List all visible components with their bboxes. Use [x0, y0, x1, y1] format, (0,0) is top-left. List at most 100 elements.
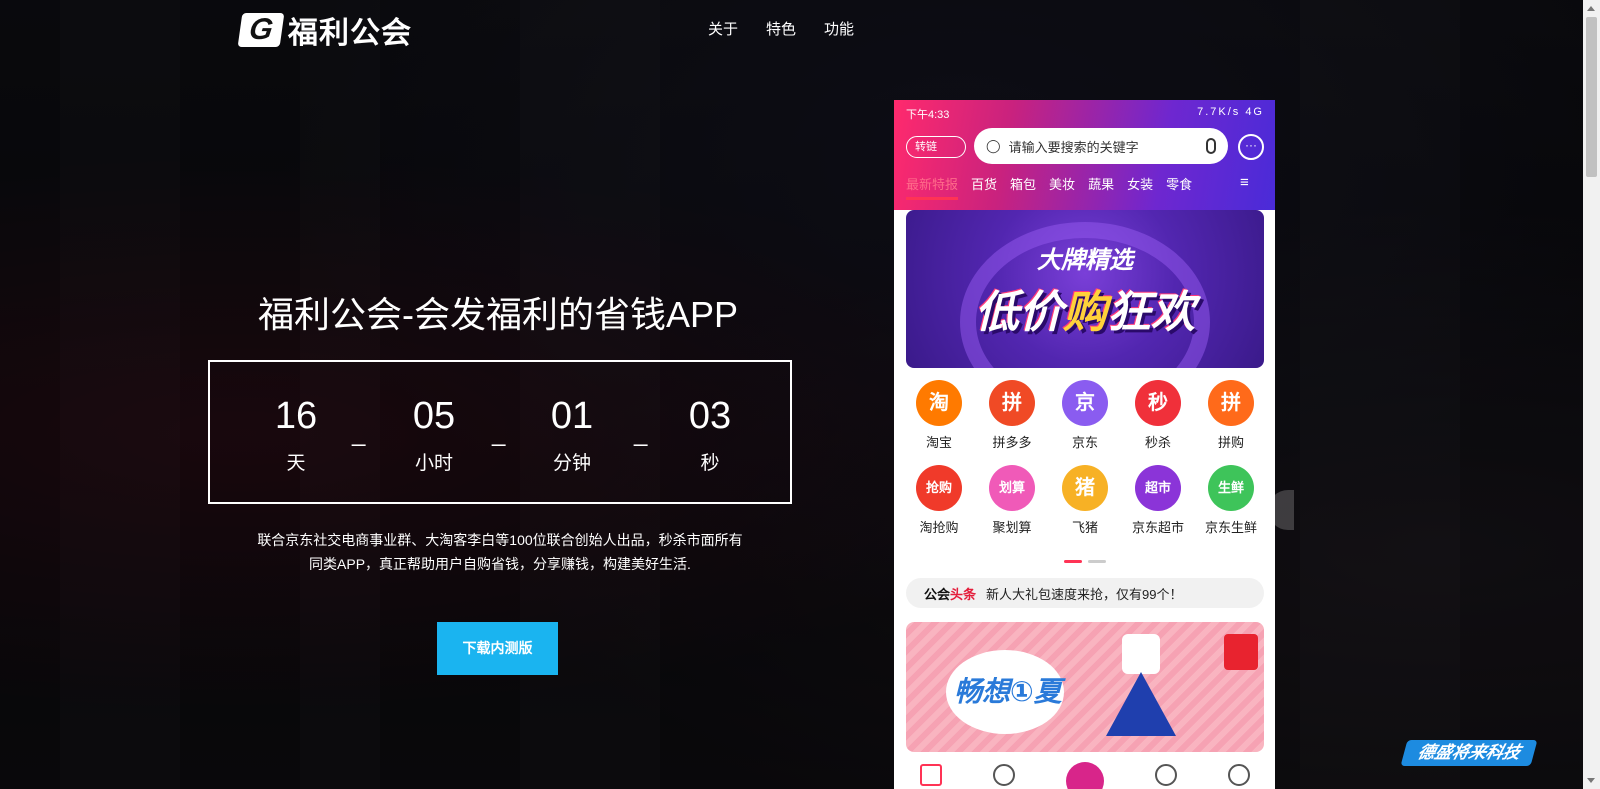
shortcut-icon: 拼 — [989, 380, 1035, 426]
hero-description: 联合京东社交电商事业群、大淘客李白等100位联合创始人出品，秒杀市面所有 同类A… — [224, 528, 776, 576]
headline-tag-a: 公会 — [924, 586, 951, 602]
shortcut-icon: 抢购 — [916, 465, 962, 511]
hero-description-line: 同类APP，真正帮助用户自购省钱，分享赚钱，构建美好生活. — [309, 556, 691, 572]
tab-snacks[interactable]: 零食 — [1166, 174, 1192, 200]
shortcut-item[interactable]: 京京东 — [1052, 380, 1118, 451]
search-icon: ◯ — [986, 138, 1001, 153]
headline-text: 新人大礼包速度来抢，仅有99个！ — [986, 586, 1183, 602]
red-envelope-icon — [1224, 634, 1258, 670]
shortcut-item[interactable]: 抢购 淘抢购 — [906, 465, 972, 536]
nav-features[interactable]: 特色 — [766, 18, 796, 39]
tab-latest[interactable]: 最新特报 — [906, 174, 959, 200]
countdown-hours-label: 小时 — [414, 453, 453, 474]
shortcut-row: 淘淘宝拼拼多多京京东秒秒杀拼拼购 — [906, 380, 1264, 451]
top-nav: 关于 特色 功能 — [708, 18, 854, 39]
headline-tag-b: 头条 — [950, 586, 977, 602]
logo-mark-icon: G — [237, 13, 285, 47]
countdown-minutes-label: 分钟 — [552, 453, 591, 474]
shortcut-icon: 拼 — [1208, 380, 1254, 426]
news-headline[interactable]: 公会头条 新人大礼包速度来抢，仅有99个！ — [906, 578, 1264, 608]
shortcut-item[interactable]: 拼拼购 — [1198, 380, 1264, 451]
hero-description-line: 联合京东社交电商事业群、大淘客李白等100位联合创始人出品，秒杀市面所有 — [257, 532, 743, 548]
shortcut-icon: 划算 — [989, 465, 1035, 511]
category-tab-icon[interactable] — [992, 764, 1015, 786]
shortcut-icon: 猪 — [1062, 465, 1108, 511]
countdown-days-value: 16 — [274, 395, 318, 437]
tab-beauty[interactable]: 美妆 — [1049, 174, 1075, 200]
pager-dot-active[interactable] — [1064, 560, 1082, 563]
countdown-days: 16 天 — [246, 392, 346, 475]
shortcut-icon: 生鲜 — [1208, 465, 1254, 511]
brand-watermark: 德盛将来科技 — [1400, 740, 1538, 766]
tab-general[interactable]: 百货 — [971, 174, 997, 200]
shortcut-label: 飞猪 — [1071, 520, 1098, 535]
countdown-seconds-value: 03 — [688, 395, 732, 437]
promo-title: 畅想①夏 — [954, 676, 1062, 707]
shortcut-row: 抢购 淘抢购 划算 聚划算猪飞猪 超市 京东超市 生鲜 京东生鲜 — [906, 465, 1264, 536]
shortcut-icon: 京 — [1062, 380, 1108, 426]
countdown-minutes: 01 分钟 — [522, 392, 622, 475]
search-placeholder: 请输入要搜索的关键字 — [1008, 139, 1139, 155]
promo-banner[interactable]: 大牌精选 低价购狂欢 — [906, 210, 1264, 368]
shortcut-label: 淘抢购 — [919, 520, 959, 535]
shortcut-icon: 淘 — [916, 380, 962, 426]
shortcut-grid: 淘淘宝拼拼多多京京东秒秒杀拼拼购 抢购 淘抢购 划算 聚划算猪飞猪 超市 京东超市 生鲜 京东… — [906, 380, 1264, 550]
nav-functions[interactable]: 功能 — [824, 18, 854, 39]
countdown-seconds-label: 秒 — [700, 453, 720, 474]
status-bar: 下午4:33 7.7K/s 4G — [906, 106, 1264, 122]
scroll-down-icon[interactable] — [1587, 778, 1595, 783]
app-search-input[interactable]: ◯ 请输入要搜索的关键字 — [974, 128, 1228, 164]
shortcut-label: 淘宝 — [925, 435, 952, 450]
home-tab-icon[interactable] — [919, 764, 942, 786]
status-right: 7.7K/s 4G — [1197, 106, 1264, 118]
countdown-separator: _ — [352, 420, 366, 447]
countdown-separator: _ — [634, 420, 648, 447]
shortcut-item[interactable]: 划算 聚划算 — [979, 465, 1045, 536]
banner-title-highlight: 购 — [1063, 288, 1107, 337]
shortcut-label: 拼多多 — [992, 435, 1032, 450]
countdown-separator: _ — [492, 420, 506, 447]
nav-about[interactable]: 关于 — [708, 18, 738, 39]
hero-title: 福利公会-会发福利的省钱APP — [257, 294, 739, 335]
shortcut-label: 京东 — [1071, 435, 1098, 450]
tab-produce[interactable]: 蔬果 — [1088, 174, 1114, 200]
banner-subtitle: 大牌精选 — [1037, 247, 1133, 274]
countdown-hours-value: 05 — [412, 395, 456, 437]
scroll-thumb[interactable] — [1586, 17, 1597, 177]
download-beta-button[interactable]: 下载内测版 — [437, 622, 558, 675]
shortcut-item[interactable]: 猪飞猪 — [1052, 465, 1118, 536]
service-tab-icon[interactable] — [1154, 764, 1177, 786]
category-menu-icon[interactable]: ≡ — [1240, 174, 1249, 191]
banner-title-part: 低价 — [975, 288, 1063, 337]
convert-link-button[interactable]: 转链 — [906, 136, 966, 158]
scroll-up-icon[interactable] — [1587, 6, 1595, 11]
shortcut-icon: 超市 — [1135, 465, 1181, 511]
pager-dots — [1064, 560, 1106, 563]
shortcut-item[interactable]: 拼拼多多 — [979, 380, 1045, 451]
phone-mockup: 下午4:33 7.7K/s 4G 转链 ◯ 请输入要搜索的关键字 ··· 最新特… — [894, 100, 1275, 789]
shortcut-label: 京东生鲜 — [1204, 520, 1257, 535]
countdown-days-label: 天 — [286, 453, 306, 474]
summer-promo-banner[interactable]: 畅想①夏 — [906, 622, 1264, 752]
banner-title: 低价购狂欢 — [906, 276, 1264, 340]
banner-title-part: 狂欢 — [1107, 288, 1195, 337]
profile-tab-icon[interactable] — [1227, 764, 1250, 786]
tab-bags[interactable]: 箱包 — [1010, 174, 1036, 200]
tab-women[interactable]: 女装 — [1127, 174, 1153, 200]
shortcut-item[interactable]: 生鲜 京东生鲜 — [1198, 465, 1264, 536]
microphone-icon[interactable] — [1206, 138, 1216, 154]
category-tabs: 最新特报 百货 箱包 美妆 蔬果 女装 零食 — [906, 174, 1192, 200]
center-tab-icon[interactable] — [1065, 762, 1104, 789]
headline-tag: 公会头条 — [924, 584, 976, 603]
shortcut-item[interactable]: 淘淘宝 — [906, 380, 972, 451]
dress-image — [1106, 634, 1176, 742]
page-scrollbar[interactable] — [1583, 0, 1600, 789]
site-logo[interactable]: G 福利公会 — [237, 8, 412, 52]
pager-dot[interactable] — [1088, 560, 1106, 563]
message-icon[interactable]: ··· — [1238, 134, 1264, 160]
shortcut-item[interactable]: 超市 京东超市 — [1125, 465, 1191, 536]
shortcut-label: 拼购 — [1217, 435, 1244, 450]
shortcut-item[interactable]: 秒秒杀 — [1125, 380, 1191, 451]
countdown-box: 16 天 _ 05 小时 _ 01 分钟 _ 03 秒 — [208, 360, 792, 504]
countdown-minutes-value: 01 — [550, 395, 594, 437]
